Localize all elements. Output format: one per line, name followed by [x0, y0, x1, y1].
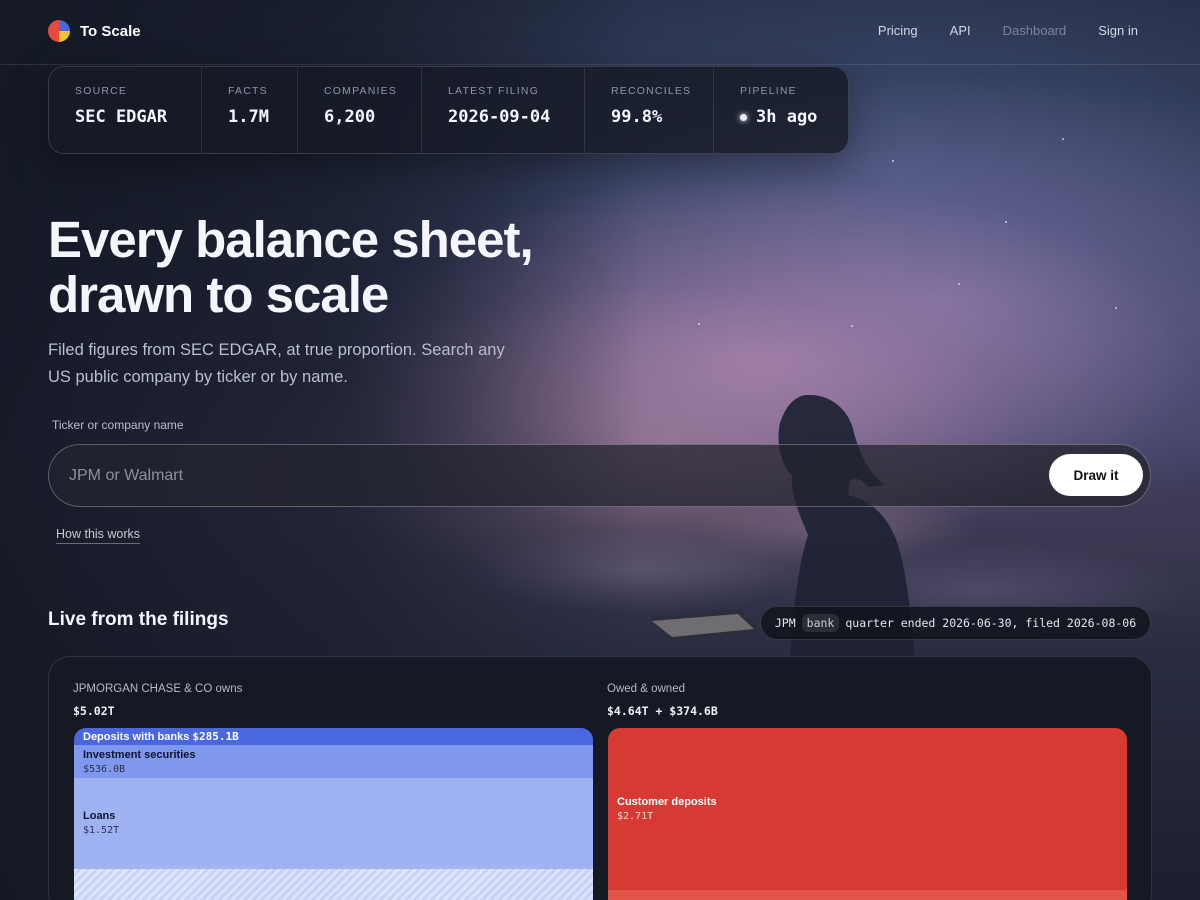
- stat-value: 6,200: [324, 107, 376, 127]
- stats-bar: SOURCE SEC EDGAR FACTS 1.7M COMPANIES 6,…: [48, 66, 849, 154]
- top-nav: To Scale Pricing API Dashboard Sign in: [0, 0, 1200, 65]
- segment-other-assets[interactable]: [74, 869, 593, 900]
- segment-other-liabilities[interactable]: [608, 890, 1127, 900]
- page-title: Every balance sheet, drawn to scale: [48, 212, 608, 322]
- hero-subtitle: Filed figures from SEC EDGAR, at true pr…: [48, 341, 505, 386]
- stat-reconciles: RECONCILES 99.8%: [585, 67, 714, 153]
- nav-links: Pricing API Dashboard Sign in: [878, 23, 1138, 38]
- title-line-2: drawn to scale: [48, 266, 389, 323]
- stat-label: LATEST FILING: [448, 85, 540, 97]
- search-box: Draw it: [48, 444, 1151, 507]
- liabilities-heading: Owed & owned: [607, 683, 685, 695]
- stat-value: 2026-09-04: [448, 107, 551, 127]
- how-this-works-link[interactable]: How this works: [56, 527, 141, 544]
- stat-facts: FACTS 1.7M: [202, 67, 298, 153]
- stat-value: 1.7M: [228, 107, 269, 127]
- stat-pipeline: PIPELINE 3h ago: [714, 67, 848, 153]
- brand-logo-icon: [48, 20, 70, 42]
- segment-value: $285.1B: [192, 730, 239, 743]
- stat-value: 3h ago: [740, 107, 822, 127]
- segment-name: Deposits with banks: [83, 731, 190, 743]
- nav-dashboard[interactable]: Dashboard: [1003, 23, 1067, 38]
- pipeline-age: 3h ago: [756, 107, 818, 127]
- search-input[interactable]: [69, 445, 1029, 506]
- stat-value: SEC EDGAR: [75, 107, 168, 127]
- stat-label: COMPANIES: [324, 85, 398, 97]
- nav-pricing[interactable]: Pricing: [878, 23, 918, 38]
- assets-heading: JPMORGAN CHASE & CO owns: [73, 683, 243, 695]
- segment-label: Deposits with banks $285.1B: [83, 730, 239, 743]
- filing-kind-badge: bank: [801, 614, 840, 632]
- live-section-title: Live from the filings: [48, 609, 229, 630]
- segment-deposits-with-banks[interactable]: Deposits with banks $285.1B: [74, 728, 593, 745]
- stat-companies: COMPANIES 6,200: [298, 67, 422, 153]
- draw-it-button[interactable]: Draw it: [1049, 454, 1143, 496]
- segment-name: Loans: [83, 810, 116, 822]
- segment-value: $536.0B: [83, 764, 126, 775]
- brand[interactable]: To Scale: [48, 20, 141, 42]
- nav-api[interactable]: API: [950, 23, 971, 38]
- balance-sheet-panel: JPMORGAN CHASE & CO owns $5.02T Deposits…: [48, 656, 1152, 900]
- stat-source: SOURCE SEC EDGAR: [49, 67, 202, 153]
- filing-info-pill: JPM bank quarter ended 2026-06-30, filed…: [760, 606, 1151, 640]
- assets-column: Deposits with banks $285.1B Investment se…: [74, 728, 593, 900]
- segment-name: Investment securities: [83, 749, 196, 761]
- title-line-1: Every balance sheet,: [48, 211, 534, 268]
- stat-label: RECONCILES: [611, 85, 692, 97]
- liabilities-total: $4.64T + $374.6B: [607, 704, 718, 718]
- segment-customer-deposits[interactable]: Customer deposits $2.71T: [608, 728, 1127, 890]
- live-dot-icon: [740, 113, 747, 121]
- stat-label: FACTS: [228, 85, 268, 97]
- search-label: Ticker or company name: [52, 418, 184, 432]
- nav-sign-in[interactable]: Sign in: [1098, 23, 1138, 38]
- brand-name: To Scale: [80, 22, 141, 40]
- segment-value: $2.71T: [617, 811, 654, 822]
- liabilities-column: Customer deposits $2.71T: [608, 728, 1127, 900]
- assets-total: $5.02T: [73, 704, 115, 718]
- stat-label: PIPELINE: [740, 85, 797, 97]
- segment-investment-securities[interactable]: Investment securities $536.0B: [74, 745, 593, 778]
- filing-ticker: JPM: [774, 616, 796, 630]
- stat-value: 99.8%: [611, 107, 663, 127]
- segment-value: $1.52T: [83, 825, 120, 836]
- filing-details: quarter ended 2026-06-30, filed 2026-08-…: [845, 616, 1137, 630]
- stat-latest-filing: LATEST FILING 2026-09-04: [422, 67, 585, 153]
- segment-loans[interactable]: Loans $1.52T: [74, 778, 593, 869]
- stat-label: SOURCE: [75, 85, 128, 97]
- segment-name: Customer deposits: [617, 796, 717, 808]
